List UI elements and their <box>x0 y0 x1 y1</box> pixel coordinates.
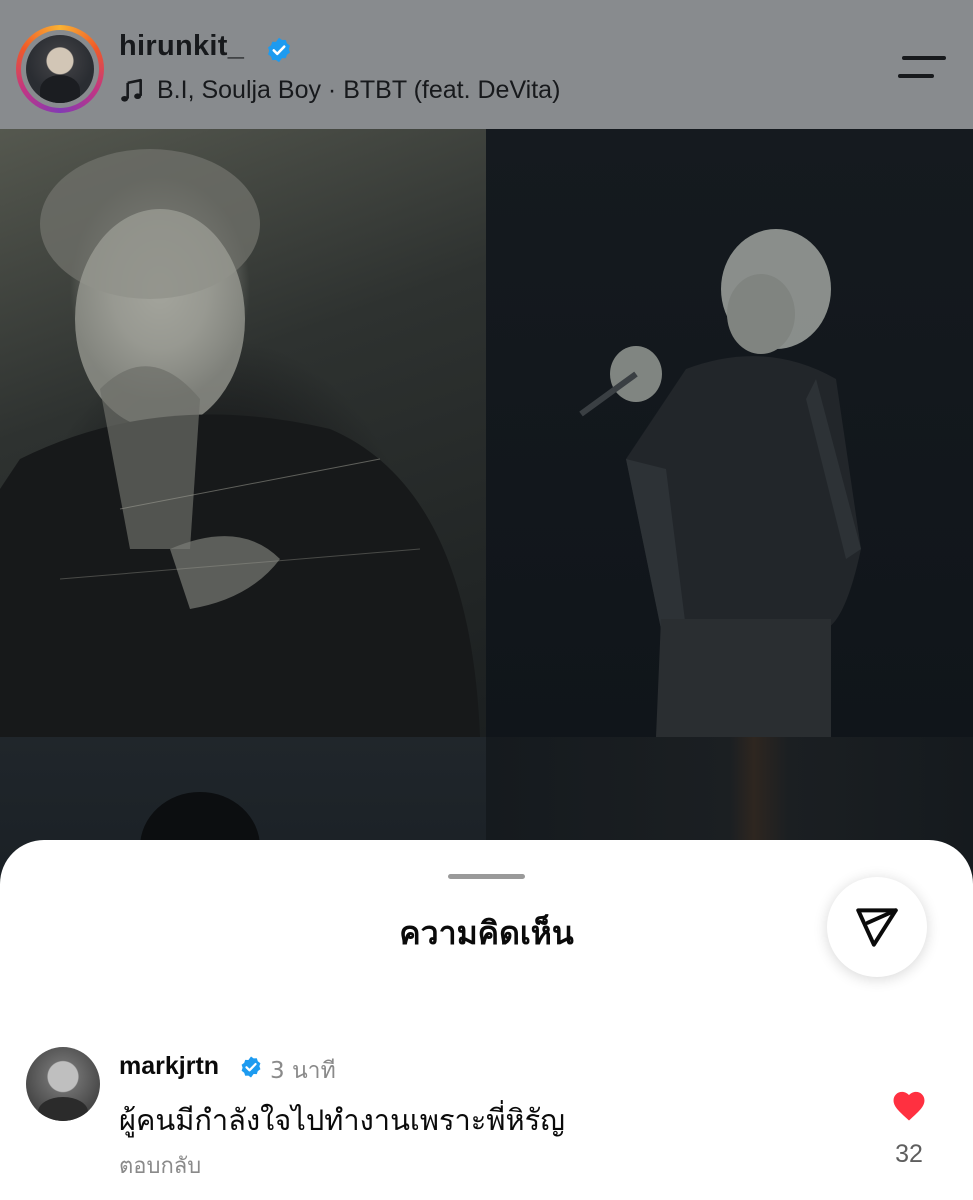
sheet-drag-handle[interactable] <box>448 874 525 879</box>
avatar-border <box>21 30 99 108</box>
heart-icon[interactable] <box>890 1088 928 1122</box>
photo-tile-2[interactable] <box>486 129 973 737</box>
username[interactable]: hirunkit_ <box>119 30 244 63</box>
menu-line-bottom <box>898 74 934 78</box>
music-note-icon <box>121 78 142 102</box>
performer-closeup-image <box>0 149 480 737</box>
post-media-grid[interactable] <box>0 129 973 889</box>
comment-text: ผู้คนมีกำลังใจไปทำงานเพราะพี่หิรัญ <box>119 1103 565 1137</box>
music-track-label: B.I, Soulja Boy · BTBT (feat. DeVita) <box>157 76 561 104</box>
send-icon <box>856 908 898 947</box>
avatar-image <box>26 35 94 103</box>
share-button[interactable] <box>827 877 927 977</box>
comments-sheet: ความคิดเห็น markjrtn 3 นาที ผู้คนมีกำลัง… <box>0 840 973 1200</box>
music-track[interactable]: B.I, Soulja Boy · BTBT (feat. DeVita) <box>119 76 560 105</box>
menu-line-top <box>902 56 946 60</box>
verified-badge-icon <box>241 1056 261 1078</box>
photo-tile-1[interactable] <box>0 129 486 737</box>
post-header: hirunkit_ B.I, Soulja Boy · BTBT (feat. … <box>0 0 973 129</box>
verified-badge-icon <box>268 37 290 63</box>
menu-icon[interactable] <box>896 51 948 83</box>
commenter-avatar[interactable] <box>26 1047 100 1121</box>
profile-avatar[interactable] <box>16 25 104 113</box>
comment-timestamp: 3 นาที <box>270 1058 336 1084</box>
like-count: 32 <box>895 1140 923 1168</box>
performer-fullbody-image <box>579 229 861 737</box>
reply-button[interactable]: ตอบกลับ <box>119 1148 201 1183</box>
commenter-username[interactable]: markjrtn <box>119 1052 219 1081</box>
